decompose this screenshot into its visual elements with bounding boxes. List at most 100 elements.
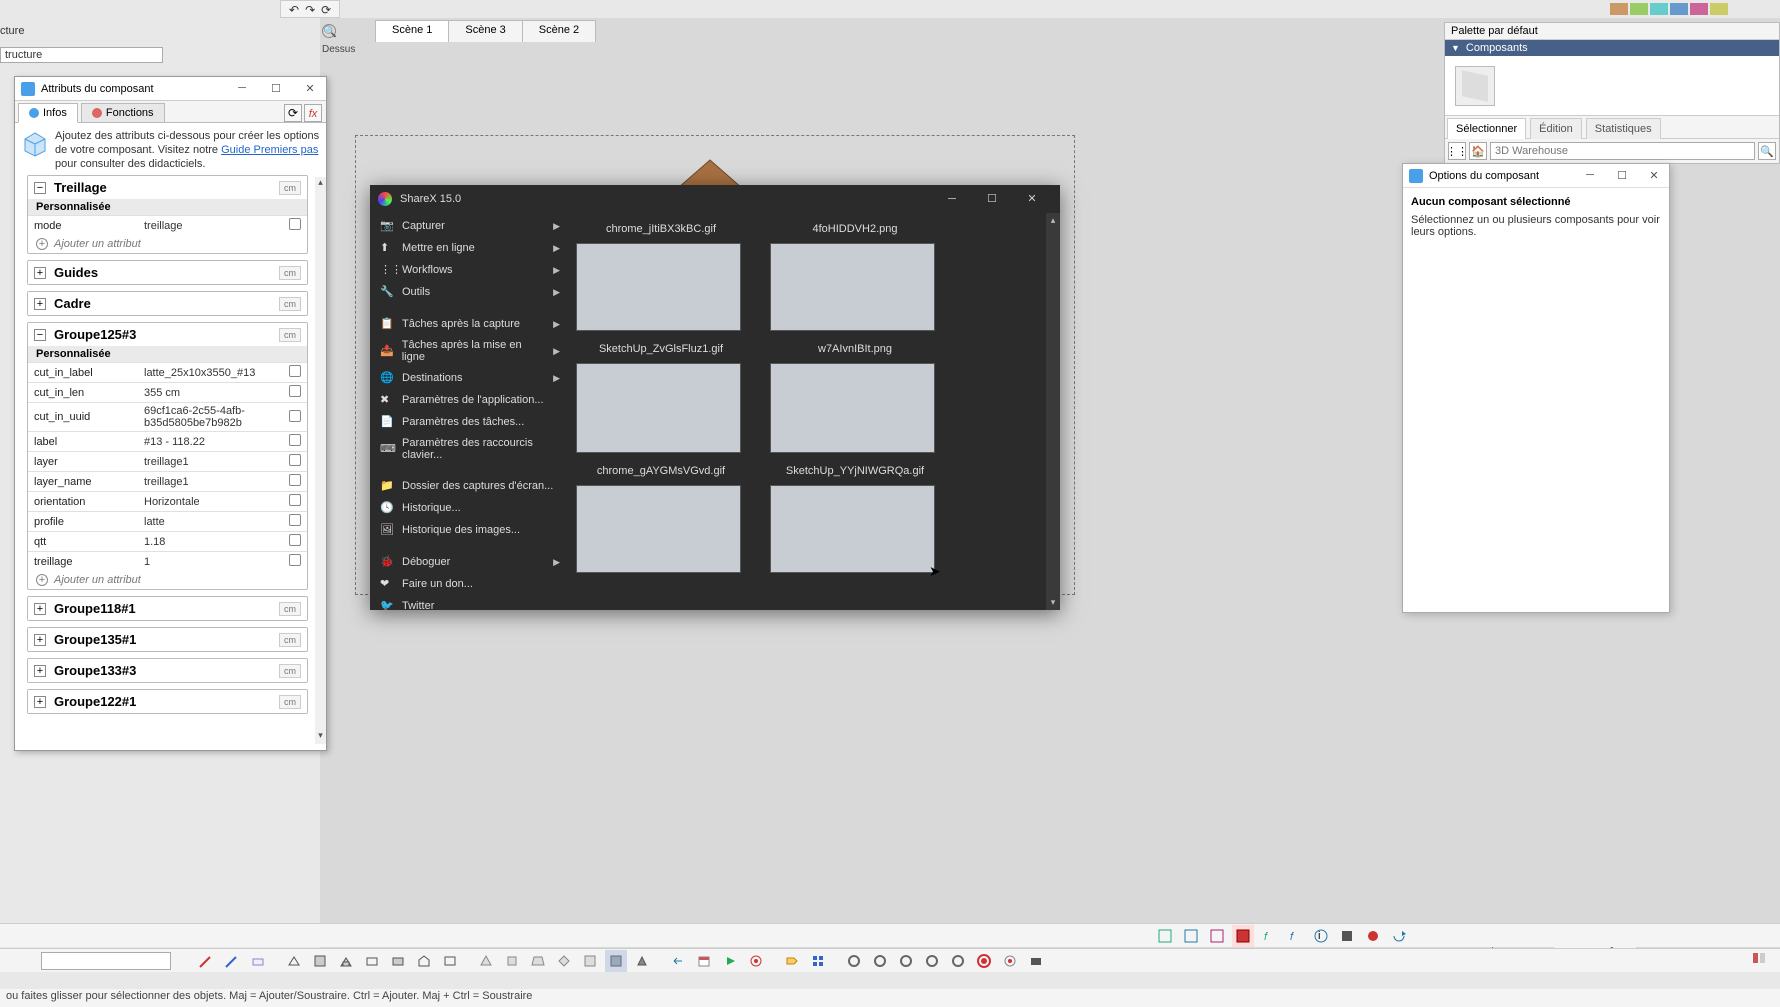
guide-link[interactable]: Guide Premiers pas <box>221 144 318 156</box>
tab-select[interactable]: Sélectionner <box>1447 118 1526 139</box>
plus-icon[interactable]: + <box>36 238 48 250</box>
shape-d-tool[interactable] <box>553 950 575 972</box>
attr-row[interactable]: layertreillage1 <box>28 452 307 472</box>
attr-value[interactable]: 1 <box>138 552 283 572</box>
scroll-up-icon[interactable]: ▴ <box>315 177 326 191</box>
tab-fonctions[interactable]: Fonctions <box>81 103 165 122</box>
opts-minimize[interactable]: ─ <box>1581 169 1599 182</box>
search-button[interactable]: 🔍 <box>1758 142 1776 160</box>
sx-menu-dossierdescapturesdcran[interactable]: 📁Dossier des captures d'écran... <box>370 475 570 497</box>
gear3-tool[interactable] <box>895 950 917 972</box>
opts-titlebar[interactable]: Options du composant ─ ☐ ✕ <box>1403 164 1669 188</box>
pencil-red-tool[interactable] <box>195 950 217 972</box>
gallery-item[interactable]: SketchUp_YYjNIWGRQa.gif <box>770 461 940 573</box>
attr-row[interactable]: label#13 - 118.22 <box>28 432 307 452</box>
sharex-gallery[interactable]: chrome_jItiBX3kBC.gif4foHIDDVH2.pngSketc… <box>570 213 1046 610</box>
refresh-button[interactable]: ⟳ <box>284 104 302 122</box>
attr-value[interactable]: latte <box>138 512 283 532</box>
gallery-item[interactable]: chrome_gAYGMsVGvd.gif <box>576 461 746 573</box>
tool-a5[interactable]: 𝑓 <box>1258 925 1280 947</box>
scroll-down-icon[interactable]: ▾ <box>1046 595 1060 610</box>
sx-menu-tchesaprslacapture[interactable]: 📋Tâches après la capture▶ <box>370 313 570 335</box>
shape-c-tool[interactable] <box>527 950 549 972</box>
attr-row[interactable]: cut_in_uuid69cf1ca6-2c55-4afb-b35d5805be… <box>28 403 307 432</box>
attr-body[interactable]: −TreillagecmPersonnaliséemodetreillage+A… <box>21 169 322 746</box>
arrow-left-tool[interactable] <box>667 950 689 972</box>
home-button[interactable]: 🏠 <box>1469 142 1487 160</box>
pencil-blue-tool[interactable] <box>221 950 243 972</box>
sx-menu-capturer[interactable]: 📷Capturer▶ <box>370 215 570 237</box>
measurement-input[interactable] <box>41 952 171 970</box>
gallery-thumbnail[interactable] <box>576 363 741 453</box>
add-attribute-row[interactable]: +Ajouter un attribut <box>28 235 307 253</box>
components-header[interactable]: ▼Composants <box>1445 40 1779 56</box>
edit-icon[interactable] <box>289 554 301 566</box>
warehouse-search-input[interactable] <box>1490 142 1755 160</box>
eraser-tool[interactable] <box>247 950 269 972</box>
attr-titlebar[interactable]: Attributs du composant ─ ☐ ✕ <box>15 77 326 101</box>
gear4-tool[interactable] <box>921 950 943 972</box>
attr-value[interactable]: 1.18 <box>138 532 283 552</box>
tab-edit[interactable]: Édition <box>1530 118 1582 139</box>
expand-toggle[interactable]: + <box>34 665 46 677</box>
opts-close[interactable]: ✕ <box>1645 169 1663 182</box>
attr-row[interactable]: profilelatte <box>28 512 307 532</box>
opts-maximize[interactable]: ☐ <box>1613 169 1631 182</box>
attr-value[interactable]: treillage1 <box>138 472 283 492</box>
play-tool[interactable] <box>719 950 741 972</box>
gear5-tool[interactable] <box>947 950 969 972</box>
shape-a-tool[interactable] <box>475 950 497 972</box>
sx-menu-twitter[interactable]: 🐦Twitter <box>370 595 570 610</box>
scene-tab-2[interactable]: Scène 2 <box>522 20 596 42</box>
gallery-item[interactable]: 4foHIDDVH2.png <box>770 219 940 331</box>
attr-value[interactable]: 355 cm <box>138 383 283 403</box>
sx-menu-outils[interactable]: 🔧Outils▶ <box>370 281 570 303</box>
sx-close[interactable]: ✕ <box>1012 185 1052 213</box>
sharex-scrollbar[interactable]: ▴ ▾ <box>1046 213 1060 610</box>
redo-icon[interactable]: ↷ <box>305 3 315 15</box>
gallery-thumbnail[interactable] <box>770 363 935 453</box>
scroll-up-icon[interactable]: ▴ <box>1046 213 1060 228</box>
tool-a1[interactable] <box>1154 925 1176 947</box>
plus-icon[interactable]: + <box>36 574 48 586</box>
gallery-item[interactable]: SketchUp_ZvGlsFluz1.gif <box>576 339 746 453</box>
gear1-tool[interactable] <box>843 950 865 972</box>
attr-value[interactable]: latte_25x10x3550_#13 <box>138 363 283 383</box>
attr-row[interactable]: qtt1.18 <box>28 532 307 552</box>
expand-toggle[interactable]: + <box>34 696 46 708</box>
gallery-item[interactable]: w7AIvnIBIt.png <box>770 339 940 453</box>
target-tool[interactable] <box>745 950 767 972</box>
edit-icon[interactable] <box>289 218 301 230</box>
undo-icon[interactable]: ↶ <box>289 3 299 15</box>
sx-menu-paramtresdelapplication[interactable]: ✖Paramètres de l'application... <box>370 389 570 411</box>
edit-icon[interactable] <box>289 365 301 377</box>
panel-toggle-tool[interactable] <box>1748 947 1770 969</box>
record-tool[interactable] <box>973 950 995 972</box>
attr-value[interactable]: treillage1 <box>138 452 283 472</box>
close-button[interactable]: ✕ <box>300 82 320 95</box>
house-front-tool[interactable] <box>335 950 357 972</box>
tool-a7[interactable]: i <box>1310 925 1332 947</box>
expand-toggle[interactable]: + <box>34 267 46 279</box>
gallery-thumbnail[interactable] <box>770 243 935 331</box>
edit-icon[interactable] <box>289 385 301 397</box>
sx-menu-destinations[interactable]: 🌐Destinations▶ <box>370 367 570 389</box>
tool-a10[interactable] <box>1388 925 1410 947</box>
sx-maximize[interactable]: ☐ <box>972 185 1012 213</box>
expand-toggle[interactable]: + <box>34 298 46 310</box>
attr-scrollbar[interactable]: ▴ ▾ <box>315 177 326 744</box>
camera-tool[interactable] <box>1025 950 1047 972</box>
rect-tool[interactable] <box>439 950 461 972</box>
sx-minimize[interactable]: ─ <box>932 185 972 213</box>
expand-toggle[interactable]: − <box>34 329 46 341</box>
scroll-down-icon[interactable]: ▾ <box>315 730 326 744</box>
tool-a2[interactable] <box>1180 925 1202 947</box>
tool-a8[interactable] <box>1336 925 1358 947</box>
record2-tool[interactable] <box>999 950 1021 972</box>
sx-menu-faireundon[interactable]: ❤Faire un don... <box>370 573 570 595</box>
gallery-thumbnail[interactable] <box>576 243 741 331</box>
grid-tool[interactable] <box>807 950 829 972</box>
maximize-button[interactable]: ☐ <box>266 82 286 95</box>
gallery-thumbnail[interactable] <box>576 485 741 573</box>
gallery-item[interactable]: chrome_jItiBX3kBC.gif <box>576 219 746 331</box>
